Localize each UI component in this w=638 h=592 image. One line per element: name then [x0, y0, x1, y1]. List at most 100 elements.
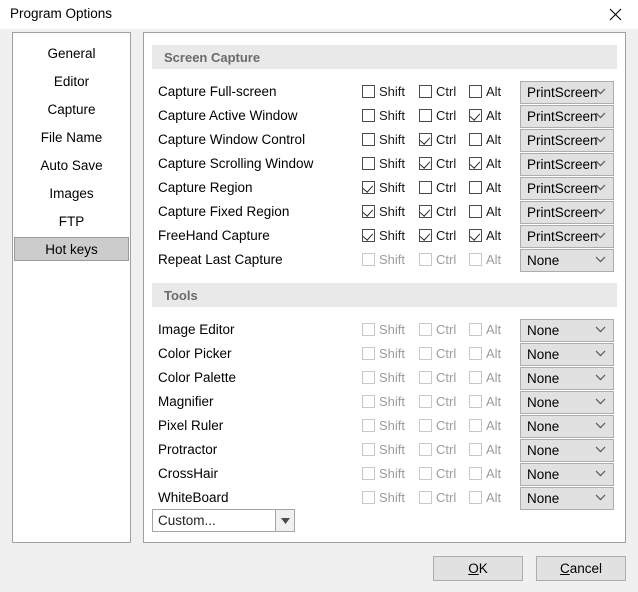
chevron-down-icon [595, 88, 606, 95]
hotkey-key-select[interactable]: None [520, 391, 614, 414]
hotkey-key-select[interactable]: PrintScreen [520, 201, 614, 224]
hotkey-row: Pixel Ruler Shift Ctrl Alt None [144, 415, 627, 439]
hotkey-key-select[interactable]: None [520, 319, 614, 342]
checkbox-alt-box[interactable] [469, 133, 482, 146]
checkbox-alt[interactable]: Alt [469, 84, 501, 99]
checkbox-shift-box[interactable] [362, 181, 375, 194]
checkbox-ctrl-box[interactable] [419, 133, 432, 146]
checkbox-alt-label: Alt [486, 204, 502, 219]
hotkey-row: FreeHand Capture Shift Ctrl Alt PrintScreen [144, 225, 627, 249]
hotkey-key-select[interactable]: None [520, 463, 614, 486]
checkbox-ctrl-box [419, 491, 432, 504]
hotkey-key-select[interactable]: None [520, 415, 614, 438]
sidebar-item-editor[interactable]: Editor [13, 69, 130, 93]
chevron-down-icon [595, 422, 606, 429]
checkbox-shift: Shift [362, 346, 405, 361]
hotkey-key-select[interactable]: PrintScreen [520, 129, 614, 152]
cancel-button[interactable]: Cancel [536, 556, 626, 581]
checkbox-shift-label: Shift [379, 252, 406, 267]
checkbox-shift[interactable]: Shift [362, 132, 405, 147]
checkbox-alt: Alt [469, 490, 501, 505]
preset-combobox[interactable]: Custom... [152, 509, 295, 532]
checkbox-ctrl[interactable]: Ctrl [419, 108, 456, 123]
hotkey-key-select[interactable]: PrintScreen [520, 153, 614, 176]
checkbox-alt-box[interactable] [469, 205, 482, 218]
sidebar-item-general[interactable]: General [13, 41, 130, 65]
checkbox-shift-box[interactable] [362, 157, 375, 170]
hotkey-key-select[interactable]: PrintScreen [520, 177, 614, 200]
checkbox-shift-label: Shift [379, 346, 406, 361]
hotkey-key-select[interactable]: None [520, 343, 614, 366]
checkbox-ctrl: Ctrl [419, 442, 456, 457]
sidebar-item-capture[interactable]: Capture [13, 97, 130, 121]
checkbox-ctrl-box [419, 443, 432, 456]
checkbox-alt-box[interactable] [469, 157, 482, 170]
checkbox-ctrl[interactable]: Ctrl [419, 132, 456, 147]
checkbox-ctrl-label: Ctrl [436, 228, 457, 243]
checkbox-ctrl: Ctrl [419, 490, 456, 505]
checkbox-shift[interactable]: Shift [362, 180, 405, 195]
hotkey-key-select[interactable]: PrintScreen [520, 225, 614, 248]
sidebar-item-hot-keys[interactable]: Hot keys [14, 237, 129, 261]
checkbox-alt[interactable]: Alt [469, 180, 501, 195]
chevron-down-icon[interactable] [275, 510, 294, 531]
checkbox-alt-box[interactable] [469, 181, 482, 194]
checkbox-ctrl[interactable]: Ctrl [419, 228, 456, 243]
checkbox-alt-box[interactable] [469, 85, 482, 98]
checkbox-shift-box[interactable] [362, 133, 375, 146]
checkbox-shift: Shift [362, 442, 405, 457]
hotkey-key-select[interactable]: None [520, 367, 614, 390]
checkbox-ctrl-box[interactable] [419, 157, 432, 170]
checkbox-alt[interactable]: Alt [469, 204, 501, 219]
sidebar-item-ftp[interactable]: FTP [13, 209, 130, 233]
checkbox-ctrl: Ctrl [419, 322, 456, 337]
checkbox-alt[interactable]: Alt [469, 132, 501, 147]
hotkey-key-select[interactable]: None [520, 487, 614, 510]
checkbox-ctrl-label: Ctrl [436, 466, 457, 481]
hotkey-key-select[interactable]: PrintScreen [520, 105, 614, 128]
sidebar-item-label: File Name [40, 129, 103, 145]
checkbox-ctrl-box[interactable] [419, 109, 432, 122]
checkbox-shift[interactable]: Shift [362, 228, 405, 243]
sidebar-item-auto-save[interactable]: Auto Save [13, 153, 130, 177]
checkbox-shift-box[interactable] [362, 109, 375, 122]
hotkey-key-select[interactable]: None [520, 439, 614, 462]
checkbox-shift-box [362, 491, 375, 504]
chevron-down-icon [595, 470, 606, 477]
hotkey-row: CrossHair Shift Ctrl Alt None [144, 463, 627, 487]
checkbox-shift[interactable]: Shift [362, 84, 405, 99]
checkbox-shift-label: Shift [379, 228, 406, 243]
checkbox-ctrl[interactable]: Ctrl [419, 84, 456, 99]
checkbox-ctrl[interactable]: Ctrl [419, 156, 456, 171]
checkbox-shift[interactable]: Shift [362, 204, 405, 219]
close-icon[interactable] [592, 0, 638, 29]
checkbox-shift-box[interactable] [362, 205, 375, 218]
checkbox-ctrl-box[interactable] [419, 85, 432, 98]
checkbox-ctrl[interactable]: Ctrl [419, 204, 456, 219]
checkbox-ctrl-box [419, 371, 432, 384]
ok-button[interactable]: OK [433, 556, 523, 581]
hotkey-key-select[interactable]: None [520, 249, 614, 272]
checkbox-alt-box[interactable] [469, 229, 482, 242]
hotkey-key-value: PrintScreen [527, 157, 598, 172]
checkbox-alt[interactable]: Alt [469, 108, 501, 123]
sidebar-item-file-name[interactable]: File Name [13, 125, 130, 149]
checkbox-shift-box[interactable] [362, 85, 375, 98]
checkbox-alt[interactable]: Alt [469, 228, 501, 243]
checkbox-ctrl-box[interactable] [419, 205, 432, 218]
settings-category-list[interactable]: General Editor Capture File Name Auto Save Im… [12, 32, 131, 543]
checkbox-ctrl[interactable]: Ctrl [419, 180, 456, 195]
checkbox-shift-box[interactable] [362, 229, 375, 242]
sidebar-item-label: Hot keys [45, 241, 98, 257]
hotkey-row: Capture Active Window Shift Ctrl Alt PrintSc… [144, 105, 627, 129]
checkbox-shift-box [362, 443, 375, 456]
checkbox-ctrl-box[interactable] [419, 181, 432, 194]
checkbox-shift[interactable]: Shift [362, 156, 405, 171]
checkbox-shift[interactable]: Shift [362, 108, 405, 123]
checkbox-alt: Alt [469, 442, 501, 457]
checkbox-alt[interactable]: Alt [469, 156, 501, 171]
hotkey-key-select[interactable]: PrintScreen [520, 81, 614, 104]
checkbox-alt-box[interactable] [469, 109, 482, 122]
sidebar-item-images[interactable]: Images [13, 181, 130, 205]
checkbox-ctrl-box[interactable] [419, 229, 432, 242]
